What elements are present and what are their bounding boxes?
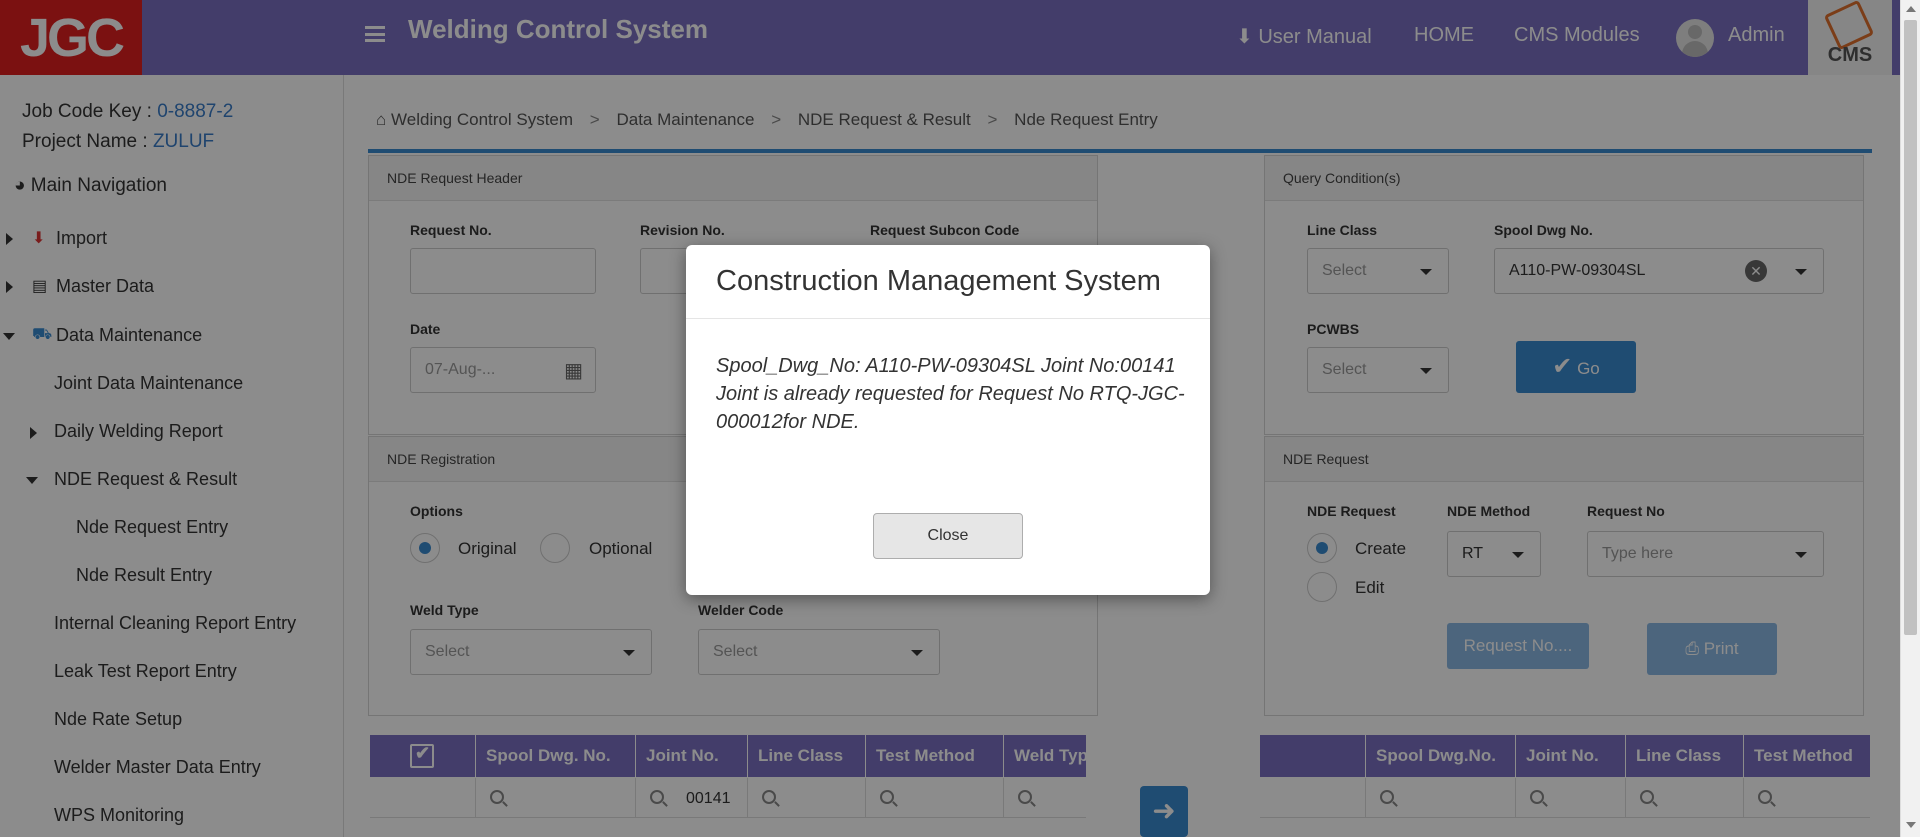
scrollbar-thumb[interactable] [1904,20,1917,635]
close-button[interactable]: Close [873,513,1023,559]
alert-dialog: Construction Management System Spool_Dwg… [686,245,1210,595]
dialog-title: Construction Management System [716,265,1161,297]
scroll-up-icon[interactable] [1906,6,1916,12]
page-scrollbar[interactable] [1900,0,1920,837]
dialog-divider [686,318,1210,319]
dialog-message: Spool_Dwg_No: A110-PW-09304SL Joint No:0… [716,355,1185,433]
scroll-down-icon[interactable] [1906,822,1916,828]
